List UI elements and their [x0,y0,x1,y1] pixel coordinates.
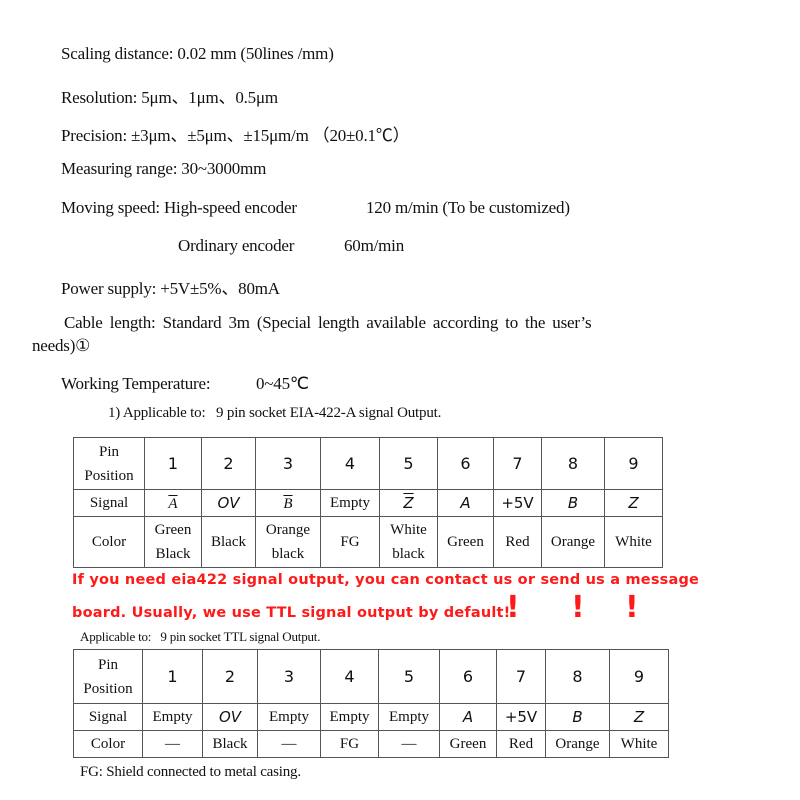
signal-label: Signal [73,703,143,731]
color-cell: White [604,516,663,568]
color-cell: White [609,730,669,758]
color-cell: Orange [545,730,610,758]
spec-scaling: Scaling distance: 0.02 mm (50lines /mm) [61,44,334,63]
spec-resolution: Resolution: 5μm、1μm、0.5μm [61,88,278,107]
signal-cell: Empty [378,703,440,731]
color-cell: Orange [541,516,605,568]
spec-speed-label: Moving speed: High-speed encoder [61,198,297,217]
pin-number: 5 [378,649,440,704]
footnote: FG: Shield connected to metal casing. [80,764,301,780]
color-row: Color Green Black Black Orange black FG Wh… [73,516,663,568]
signal-cell: OV [201,489,256,517]
pin-number: 9 [604,437,663,490]
pin-number: 4 [320,437,380,490]
pin-position-label: Pin Position [73,437,145,490]
pin-number: 6 [439,649,497,704]
pin-number: 1 [144,437,202,490]
signal-cell: Empty [320,489,380,517]
signal-cell: A [439,703,497,731]
exclamation-mark: ! [625,590,639,625]
signal-cell: Z [609,703,669,731]
signal-row: Signal Empty OV Empty Empty Empty A +5V … [73,703,669,731]
spec-cable-line2: needs)① [32,336,91,355]
pin-number: 2 [202,649,258,704]
signal-cell: OV [202,703,258,731]
ttl-pin-table: Pin Position 1 2 3 4 5 6 7 8 9 Signal Emp… [73,649,669,758]
signal-cell: B [541,489,605,517]
table2-caption: Applicable to: 9 pin socket TTL signal O… [80,629,321,644]
signal-cell: +5V [493,489,542,517]
color-label: Color [73,516,145,568]
pin-number: 1 [142,649,203,704]
signal-row: Signal A OV B Empty Z A +5V B Z [73,489,663,517]
table1-caption: 1) Applicable to: 9 pin socket EIA-422-A… [108,405,442,421]
pin-number: 3 [257,649,321,704]
pin-number: 7 [496,649,546,704]
color-cell: Green Black [144,516,202,568]
pin-number: 7 [493,437,542,490]
exclamation-mark: ! [506,590,520,625]
spec-power: Power supply: +5V±5%、80mA [61,279,280,298]
signal-cell: Empty [320,703,379,731]
signal-cell: B [255,489,321,517]
signal-cell: Empty [257,703,321,731]
color-cell: — [142,730,203,758]
pin-number: 9 [609,649,669,704]
signal-cell: A [437,489,494,517]
exclamation-mark: ! [571,590,585,625]
signal-label: Signal [73,489,145,517]
color-cell: — [257,730,321,758]
color-cell: Red [493,516,542,568]
color-row: Color — Black — FG — Green Red Orange Wh… [73,730,669,758]
spec-range: Measuring range: 30~3000mm [61,159,267,178]
pin-position-row: Pin Position 1 2 3 4 5 6 7 8 9 [73,437,663,490]
color-cell: Black [201,516,256,568]
color-cell: Green [439,730,497,758]
color-cell: Black [202,730,258,758]
pin-number: 6 [437,437,494,490]
color-cell: Red [496,730,546,758]
color-cell: — [378,730,440,758]
notice-line2: board. Usually, we use TTL signal output… [72,605,511,621]
pin-position-label: Pin Position [73,649,143,704]
color-cell: FG [320,730,379,758]
signal-cell: A [144,489,202,517]
signal-cell: Z [604,489,663,517]
spec-speed-high: 120 m/min (To be customized) [366,198,570,217]
signal-cell: +5V [496,703,546,731]
pin-number: 8 [545,649,610,704]
pin-number: 8 [541,437,605,490]
signal-cell: B [545,703,610,731]
pin-number: 2 [201,437,256,490]
spec-speed-ordinary: 60m/min [344,236,404,255]
pin-number: 4 [320,649,379,704]
spec-precision: Precision: ±3μm、±5μm、±15μm/m （20±0.1℃） [61,126,410,145]
spec-temperature-label: Working Temperature: [61,374,211,393]
color-cell: White black [379,516,438,568]
spec-cable-line1: Cable length: Standard 3m (Special lengt… [64,313,592,332]
notice-line1: If you need eia422 signal output, you ca… [72,572,700,588]
spec-temperature-value: 0~45℃ [256,374,309,393]
signal-cell: Z [379,489,438,517]
spec-speed-ordinary-label: Ordinary encoder [178,236,295,255]
color-cell: Orange black [255,516,321,568]
color-cell: Green [437,516,494,568]
pin-number: 5 [379,437,438,490]
color-cell: FG [320,516,380,568]
pin-number: 3 [255,437,321,490]
color-label: Color [73,730,143,758]
pin-position-row: Pin Position 1 2 3 4 5 6 7 8 9 [73,649,669,704]
signal-cell: Empty [142,703,203,731]
eia422-pin-table: Pin Position 1 2 3 4 5 6 7 8 9 Signal A O… [73,437,663,568]
